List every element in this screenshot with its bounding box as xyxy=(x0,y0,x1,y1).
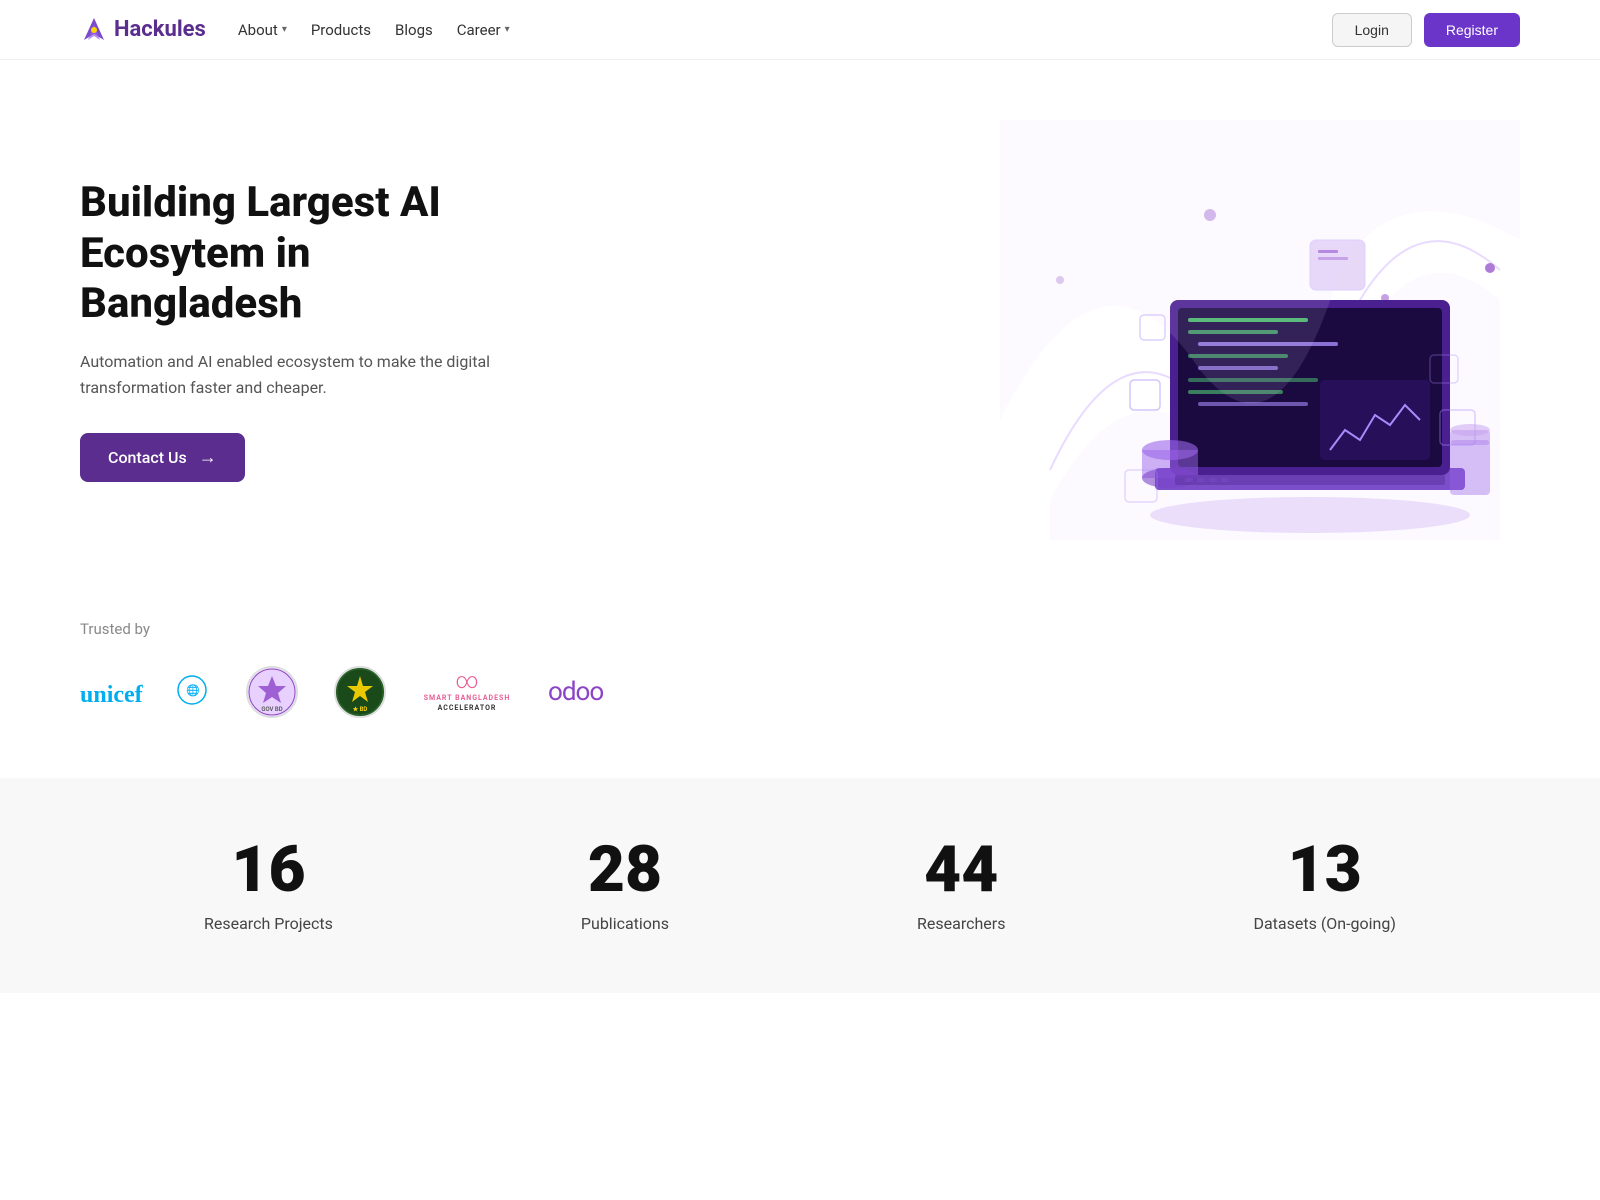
stat-label-researchers: Researchers xyxy=(917,914,1005,933)
about-chevron-icon: ▾ xyxy=(282,24,287,35)
logo-icon xyxy=(80,16,108,44)
career-chevron-icon: ▾ xyxy=(505,24,510,35)
laptop-svg xyxy=(1000,120,1520,540)
nav-about[interactable]: About ▾ xyxy=(238,21,287,39)
navbar-right: Login Register xyxy=(1332,13,1520,47)
smart-bangladesh-logo: ∞ SMART BANGLADESH ACCELERATOR xyxy=(422,666,512,718)
svg-text:🌐: 🌐 xyxy=(186,684,200,697)
trusted-section: Trusted by unicef 🌐 GOV BD xyxy=(0,580,1600,778)
navbar-left: Hackules About ▾ Products Blogs Career ▾ xyxy=(80,16,510,44)
military-circle-logo: ★ BD xyxy=(334,666,386,718)
arrow-icon: → xyxy=(199,447,217,468)
svg-text:SMART BANGLADESH: SMART BANGLADESH xyxy=(424,694,511,702)
stat-number-datasets: 13 xyxy=(1253,838,1395,902)
odoo-text: odoo xyxy=(548,677,603,707)
login-button[interactable]: Login xyxy=(1332,13,1412,47)
trusted-logos: unicef 🌐 GOV BD ★ BD xyxy=(80,666,1520,718)
gov-circle-logo: GOV BD xyxy=(246,666,298,718)
register-button[interactable]: Register xyxy=(1424,13,1520,47)
logo-text: Hackules xyxy=(114,17,206,42)
stat-number-researchers: 44 xyxy=(917,838,1005,902)
trusted-label: Trusted by xyxy=(80,620,1520,638)
navbar: Hackules About ▾ Products Blogs Career ▾… xyxy=(0,0,1600,60)
unicef-logo: unicef 🌐 xyxy=(80,672,210,712)
stat-label-publications: Publications xyxy=(581,914,669,933)
logo[interactable]: Hackules xyxy=(80,16,206,44)
nav-products[interactable]: Products xyxy=(311,21,371,39)
hero-subtitle: Automation and AI enabled ecosystem to m… xyxy=(80,349,560,400)
stats-section: 16 Research Projects 28 Publications 44 … xyxy=(0,778,1600,993)
nav-career[interactable]: Career ▾ xyxy=(457,21,510,39)
hero-title: Building Largest AI Ecosytem in Banglade… xyxy=(80,178,560,329)
stat-label-datasets: Datasets (On-going) xyxy=(1253,914,1395,933)
stat-publications: 28 Publications xyxy=(581,838,669,933)
svg-text:ACCELERATOR: ACCELERATOR xyxy=(438,704,497,712)
svg-text:∞: ∞ xyxy=(455,669,478,694)
hero-illustration xyxy=(1000,120,1520,540)
contact-us-button[interactable]: Contact Us → xyxy=(80,433,245,482)
nav-links: About ▾ Products Blogs Career ▾ xyxy=(238,21,510,39)
hero-section: Building Largest AI Ecosytem in Banglade… xyxy=(0,60,1600,580)
hero-content: Building Largest AI Ecosytem in Banglade… xyxy=(80,178,560,481)
smart-svg: ∞ SMART BANGLADESH ACCELERATOR xyxy=(422,666,512,718)
nav-blogs[interactable]: Blogs xyxy=(395,21,433,39)
svg-text:unicef: unicef xyxy=(80,682,144,708)
stat-number-research: 16 xyxy=(204,838,333,902)
stat-researchers: 44 Researchers xyxy=(917,838,1005,933)
stat-datasets: 13 Datasets (On-going) xyxy=(1253,838,1395,933)
stat-research-projects: 16 Research Projects xyxy=(204,838,333,933)
unicef-svg: unicef 🌐 xyxy=(80,672,210,712)
stat-number-publications: 28 xyxy=(581,838,669,902)
stat-label-research: Research Projects xyxy=(204,914,333,933)
military-logo: ★ BD xyxy=(334,666,386,718)
svg-text:GOV BD: GOV BD xyxy=(261,706,282,713)
svg-text:★ BD: ★ BD xyxy=(353,706,368,713)
gov-badge-1-logo: GOV BD xyxy=(246,666,298,718)
odoo-logo: odoo xyxy=(548,677,603,707)
